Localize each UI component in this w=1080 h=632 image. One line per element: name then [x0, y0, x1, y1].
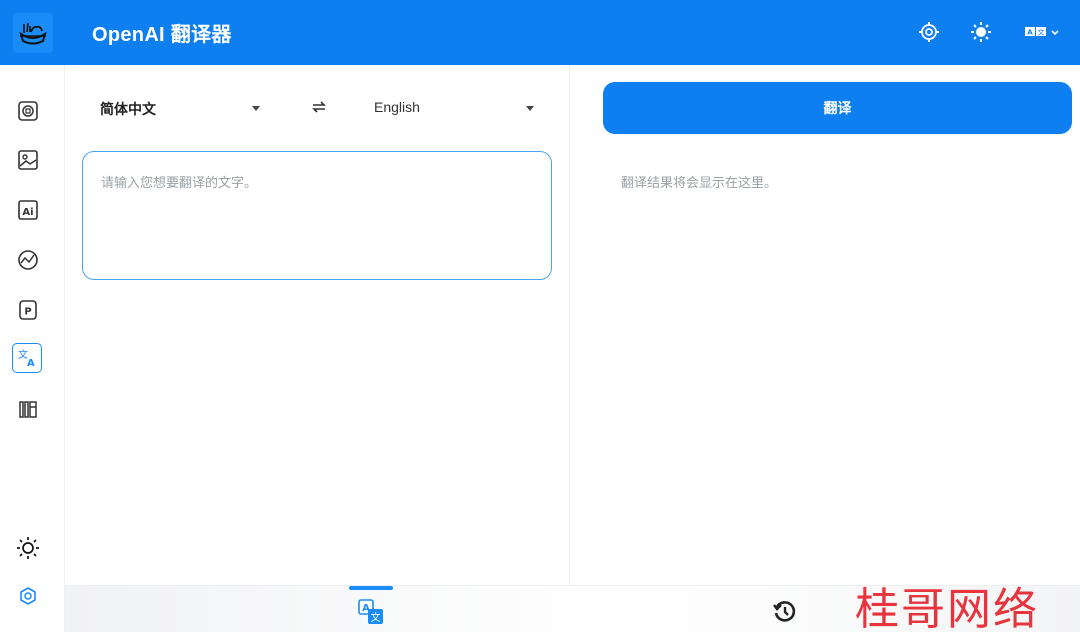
output-panel: 翻译 翻译结果将会显示在这里。	[570, 65, 1080, 585]
svg-text:P: P	[24, 307, 31, 318]
input-panel: 简体中文 English	[65, 65, 570, 585]
language-switch-icon: A文	[1025, 27, 1059, 37]
source-language-select[interactable]: 简体中文	[100, 99, 156, 119]
sun-outline-icon	[17, 537, 39, 559]
sidebar: Ai P 文A	[0, 0, 65, 632]
translate-icon: 文A	[18, 348, 35, 369]
chat-icon	[18, 101, 38, 121]
app-root: Ai P 文A OpenAI 翻译器 A文 简体中文 English 请输入您想…	[0, 0, 1080, 632]
page-title: OpenAI 翻译器	[92, 24, 232, 46]
active-tab-indicator	[349, 586, 393, 590]
target-language-dropdown-icon[interactable]	[526, 106, 534, 111]
chart-icon	[18, 250, 38, 270]
theme-icon	[971, 22, 991, 42]
logo-icon	[12, 12, 53, 53]
swap-languages-button[interactable]	[308, 96, 330, 118]
svg-text:Ai: Ai	[22, 207, 33, 218]
sidebar-item-library[interactable]	[14, 395, 42, 423]
bottom-nav: A文 桂哥网络	[65, 584, 1080, 632]
source-text-box	[82, 151, 552, 280]
swap-icon	[312, 101, 326, 113]
translation-result: 翻译结果将会显示在这里。	[621, 176, 778, 191]
sidebar-item-chart[interactable]	[14, 246, 42, 274]
translate-button[interactable]: 翻译	[603, 82, 1072, 134]
settings-button[interactable]	[917, 20, 941, 44]
sidebar-item-image[interactable]	[14, 146, 42, 174]
language-switch-button[interactable]: A文	[1023, 20, 1063, 44]
tab-history[interactable]	[770, 597, 800, 627]
hexagon-icon	[20, 587, 36, 605]
sidebar-item-translate[interactable]: 文A	[12, 343, 42, 373]
svg-text:文: 文	[371, 611, 381, 624]
image-icon	[18, 150, 38, 170]
svg-text:A: A	[27, 358, 35, 369]
sidebar-item-chat[interactable]	[14, 97, 42, 125]
source-text-input[interactable]	[83, 152, 551, 279]
target-language-select[interactable]: English	[374, 99, 420, 115]
library-icon	[19, 401, 37, 418]
p-icon: P	[19, 300, 37, 320]
sidebar-item-p[interactable]: P	[14, 296, 42, 324]
settings-icon	[919, 22, 939, 42]
theme-button[interactable]	[969, 20, 993, 44]
history-icon	[773, 601, 796, 622]
header: OpenAI 翻译器 A文	[65, 0, 1080, 65]
sidebar-theme-toggle[interactable]	[14, 534, 42, 562]
source-language-dropdown-icon[interactable]	[252, 106, 260, 111]
sidebar-hexagon[interactable]	[14, 582, 42, 610]
tab-translate[interactable]: A文	[356, 597, 386, 627]
svg-text:A: A	[1027, 29, 1033, 37]
ai-icon: Ai	[18, 200, 38, 220]
svg-text:文: 文	[1038, 28, 1045, 37]
language-selector-row: 简体中文 English	[65, 93, 570, 125]
watermark-text: 桂哥网络	[855, 584, 1039, 632]
sidebar-item-ai[interactable]: Ai	[14, 196, 42, 224]
app-logo[interactable]	[0, 0, 65, 65]
translate-icon: A文	[358, 599, 383, 624]
